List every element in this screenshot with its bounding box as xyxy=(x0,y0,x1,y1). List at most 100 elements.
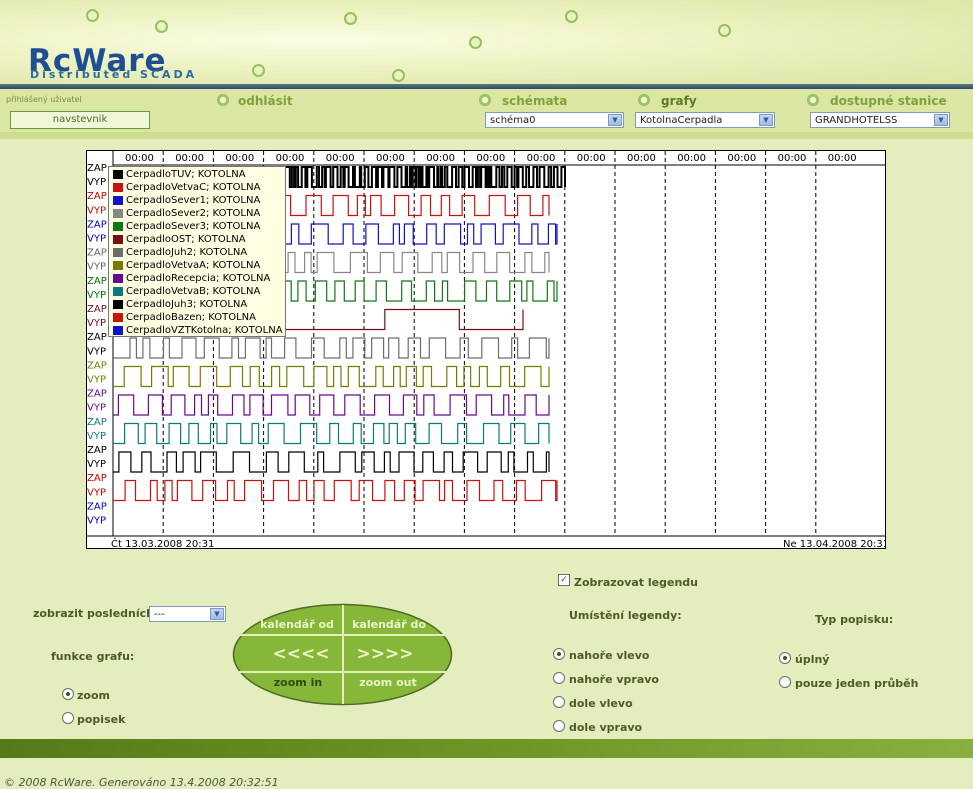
y-state-label: VYP xyxy=(87,205,106,216)
y-state-label: ZAP xyxy=(87,389,107,400)
time-tick-label: 00:00 xyxy=(426,153,455,164)
graphs-icon xyxy=(637,93,651,107)
banner-dot xyxy=(565,10,578,23)
banner-dot xyxy=(252,64,265,77)
calendar-from-button[interactable]: kalendář od xyxy=(254,618,340,634)
legend-item: CerpadloBazen; KOTOLNA xyxy=(109,311,285,324)
scheme-select-value: schéma0 xyxy=(490,115,536,126)
popisek-radio[interactable] xyxy=(62,712,74,724)
station-select[interactable]: GRANDHOTELSS ▼ xyxy=(810,112,950,128)
banner-dot xyxy=(86,9,99,22)
y-state-label: VYP xyxy=(87,262,106,273)
show-legend-checkbox[interactable]: ✓ xyxy=(558,574,570,586)
show-last-select[interactable]: --- ▼ xyxy=(149,606,226,622)
stations-icon xyxy=(806,93,820,107)
label-single-radio[interactable] xyxy=(779,676,791,688)
graphs-label: grafy xyxy=(661,94,697,108)
legend-label: CerpadloVetvaC; KOTOLNA xyxy=(126,182,261,193)
legend-swatch xyxy=(113,183,123,192)
show-last-value: --- xyxy=(154,609,165,620)
logo-subtitle: Distributed SCADA xyxy=(30,68,198,81)
legend-label: CerpadloTUV; KOTOLNA xyxy=(126,169,246,180)
time-tick-label: 00:00 xyxy=(376,153,405,164)
legend-position-label: Umístění legendy: xyxy=(569,609,682,622)
time-tick-label: 00:00 xyxy=(175,153,204,164)
header-banner: RcWare Distributed SCADA xyxy=(0,0,973,86)
show-legend-label: Zobrazovat legendu xyxy=(574,576,698,589)
scheme-select[interactable]: schéma0 ▼ xyxy=(485,112,624,128)
chart-start-label: Čt 13.03.2008 20:31 xyxy=(111,537,214,548)
legend-item: CerpadloJuh2; KOTOLNA xyxy=(109,246,285,259)
nav-divider xyxy=(0,132,973,139)
y-state-label: ZAP xyxy=(87,332,107,343)
y-state-label: ZAP xyxy=(87,304,107,315)
zoom-radio-label: zoom xyxy=(77,689,110,702)
back-button[interactable]: <<<< xyxy=(262,644,340,666)
legend-swatch xyxy=(113,248,123,257)
legend-top-left-radio[interactable] xyxy=(553,648,565,660)
y-state-label: ZAP xyxy=(87,417,107,428)
time-tick-label: 00:00 xyxy=(326,153,355,164)
schemes-icon xyxy=(478,93,492,107)
legend-item: CerpadloSever1; KOTOLNA xyxy=(109,194,285,207)
y-state-label: VYP xyxy=(87,516,106,527)
legend-swatch xyxy=(113,196,123,205)
legend-swatch xyxy=(113,300,123,309)
legend-swatch xyxy=(113,326,123,335)
legend-item: CerpadloOST; KOTOLNA xyxy=(109,233,285,246)
chevron-down-icon[interactable]: ▼ xyxy=(608,114,622,126)
label-full-label: úplný xyxy=(795,653,830,666)
time-tick-label: 00:00 xyxy=(778,153,807,164)
legend-bottom-right-radio[interactable] xyxy=(553,720,565,732)
legend-item: CerpadloSever2; KOTOLNA xyxy=(109,207,285,220)
legend-item: CerpadloVZTKotolna; KOTOLNA xyxy=(109,324,285,337)
chevron-down-icon[interactable]: ▼ xyxy=(934,114,948,126)
legend-label: CerpadloRecepcia; KOTOLNA xyxy=(126,273,271,284)
y-state-label: VYP xyxy=(87,177,106,188)
legend-bottom-left-radio[interactable] xyxy=(553,696,565,708)
forward-button[interactable]: >>>> xyxy=(346,644,424,666)
y-state-label: ZAP xyxy=(87,248,107,259)
time-tick-label: 00:00 xyxy=(225,153,254,164)
legend-swatch xyxy=(113,235,123,244)
footer-copyright: © 2008 RcWare. Generováno 13.4.2008 20:3… xyxy=(4,776,279,789)
time-tick-label: 00:00 xyxy=(828,153,857,164)
chevron-down-icon[interactable]: ▼ xyxy=(210,608,224,620)
time-tick-label: 00:00 xyxy=(476,153,505,164)
banner-dot xyxy=(344,12,357,25)
graph-select[interactable]: KotolnaCerpadla ▼ xyxy=(635,112,775,128)
user-name-field: navstevnik xyxy=(10,111,150,129)
logout-link[interactable]: odhlásit xyxy=(238,94,293,108)
label-full-radio[interactable] xyxy=(779,652,791,664)
series-trace xyxy=(113,422,550,445)
time-tick-label: 00:00 xyxy=(627,153,656,164)
zoom-in-button[interactable]: zoom in xyxy=(256,676,340,692)
legend-swatch xyxy=(113,313,123,322)
y-state-label: ZAP xyxy=(87,191,107,202)
legend-swatch xyxy=(113,170,123,179)
legend-swatch xyxy=(113,261,123,270)
zoom-out-button[interactable]: zoom out xyxy=(346,676,430,692)
legend-top-right-radio[interactable] xyxy=(553,672,565,684)
y-state-label: VYP xyxy=(87,459,106,470)
nav-oval: kalendář od kalendář do <<<< >>>> zoom i… xyxy=(232,603,453,706)
show-last-label: zobrazit posledních: xyxy=(33,607,159,620)
y-state-label: VYP xyxy=(87,346,106,357)
legend-label: CerpadloJuh3; KOTOLNA xyxy=(126,299,248,310)
logout-icon[interactable] xyxy=(216,93,230,107)
series-trace xyxy=(113,337,550,359)
legend-top-left-label: nahoře vlevo xyxy=(569,649,650,662)
calendar-to-button[interactable]: kalendář do xyxy=(346,618,432,634)
y-state-label: VYP xyxy=(87,375,106,386)
chevron-down-icon[interactable]: ▼ xyxy=(759,114,773,126)
legend-item: CerpadloSever3; KOTOLNA xyxy=(109,220,285,233)
y-state-label: VYP xyxy=(87,403,106,414)
legend-item: CerpadloVetvaA; KOTOLNA xyxy=(109,259,285,272)
legend-label: CerpadloVetvaA; KOTOLNA xyxy=(126,260,261,271)
zoom-radio[interactable] xyxy=(62,688,74,700)
y-state-label: VYP xyxy=(87,431,106,442)
time-tick-label: 00:00 xyxy=(677,153,706,164)
chart-end-label: Ne 13.04.2008 20:31 xyxy=(783,539,885,548)
time-tick-label: 00:00 xyxy=(125,153,154,164)
footer-bar xyxy=(0,739,973,758)
